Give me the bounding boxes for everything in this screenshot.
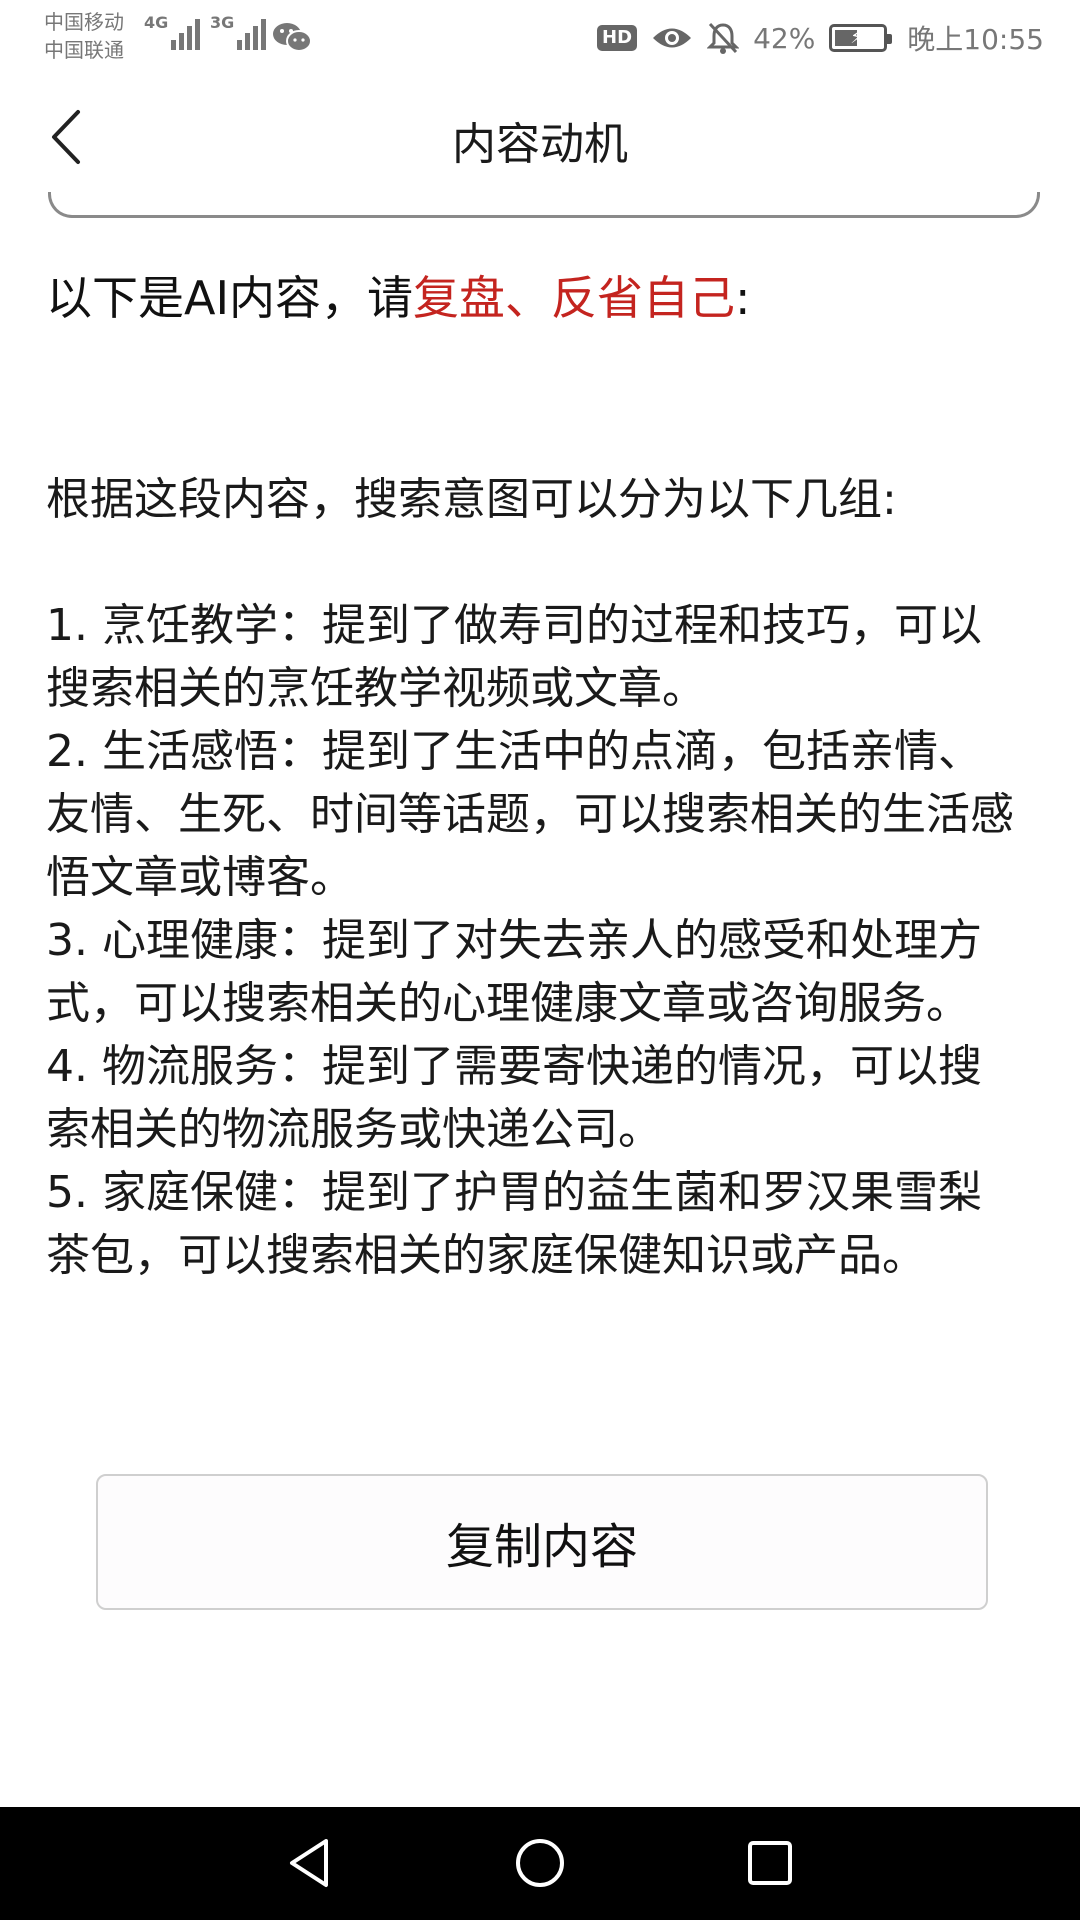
list-item: 4. 物流服务：提到了需要寄快递的情况，可以搜索相关的物流服务或快递公司。 bbox=[46, 1041, 982, 1155]
signal-icon bbox=[237, 14, 267, 50]
signal-group-1: 4G bbox=[144, 13, 201, 50]
charging-icon: ⚡ bbox=[850, 27, 863, 48]
list-item: 5. 家庭保健：提到了护胃的益生菌和罗汉果雪梨茶包，可以搜索相关的家庭保健知识或… bbox=[46, 1167, 982, 1281]
hd-icon: HD bbox=[597, 25, 638, 51]
eye-icon bbox=[653, 28, 692, 48]
wechat-icon bbox=[273, 23, 312, 52]
ai-content: 根据这段内容，搜索意图可以分为以下几组: 1. 烹饪教学：提到了做寿司的过程和技… bbox=[46, 468, 1016, 1287]
carrier-labels: 中国移动 中国联通 bbox=[44, 8, 124, 64]
bell-off-icon bbox=[707, 22, 740, 54]
page-title: 内容动机 bbox=[452, 119, 628, 170]
battery-icon: ⚡ bbox=[829, 24, 893, 52]
network-type-2: 3G bbox=[210, 13, 235, 32]
intro-line: 以下是AI内容，请复盘、反省自己: bbox=[46, 268, 751, 328]
intro-suffix: : bbox=[735, 271, 751, 325]
signal-group-2: 3G bbox=[210, 13, 267, 50]
network-type-1: 4G bbox=[144, 13, 169, 32]
list-item: 3. 心理健康：提到了对失去亲人的感受和处理方式，可以搜索相关的心理健康文章或咨… bbox=[46, 915, 982, 1029]
list-item: 2. 生活感悟：提到了生活中的点滴，包括亲情、友情、生死、时间等话题，可以搜索相… bbox=[46, 726, 1014, 903]
content-lead: 根据这段内容，搜索意图可以分为以下几组: bbox=[46, 474, 897, 525]
recents-square-icon[interactable] bbox=[742, 1835, 798, 1891]
battery-percent: 42% bbox=[753, 21, 816, 55]
back-triangle-icon[interactable] bbox=[282, 1835, 338, 1891]
signal-icon bbox=[171, 14, 201, 50]
carrier-2: 中国联通 bbox=[44, 38, 124, 62]
carrier-1: 中国移动 bbox=[44, 10, 124, 34]
battery-cap bbox=[887, 34, 893, 44]
status-bar: 中国移动 中国联通 4G 3G HD 42% ⚡ 晚上10:55 bbox=[0, 0, 1080, 80]
intro-prefix: 以下是AI内容，请 bbox=[46, 271, 414, 325]
status-right-group: HD 42% ⚡ 晚上10:55 bbox=[597, 16, 1044, 60]
previous-card-edge bbox=[48, 192, 1040, 218]
navigation-bar bbox=[0, 1807, 1080, 1920]
status-time: 晚上10:55 bbox=[907, 23, 1044, 56]
title-bar: 内容动机 bbox=[0, 80, 1080, 200]
intro-emphasis: 复盘、反省自己 bbox=[413, 271, 736, 325]
home-circle-icon[interactable] bbox=[512, 1835, 568, 1891]
list-item: 1. 烹饪教学：提到了做寿司的过程和技巧，可以搜索相关的烹饪教学视频或文章。 bbox=[46, 600, 982, 714]
copy-content-button[interactable]: 复制内容 bbox=[96, 1474, 988, 1610]
